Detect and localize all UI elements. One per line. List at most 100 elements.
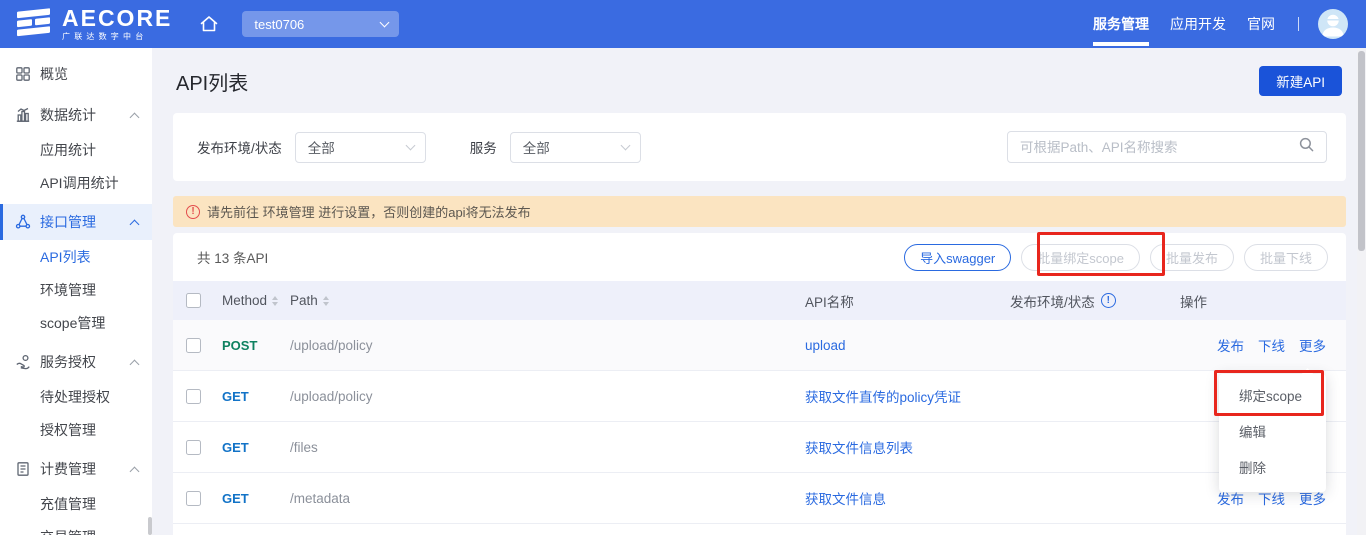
- method-badge: GET: [222, 440, 290, 455]
- sort-icon[interactable]: [323, 296, 329, 306]
- api-count: 共 13 条API: [197, 247, 894, 267]
- chevron-up-icon: [130, 359, 140, 369]
- nav-service-management[interactable]: 服务管理: [1093, 0, 1149, 48]
- sidebar: 概览 数据统计 应用统计 API调用统计: [0, 48, 152, 535]
- column-actions: 操作: [1180, 291, 1346, 311]
- column-label: Path: [290, 293, 318, 308]
- sidebar-item-overview[interactable]: 概览: [0, 56, 152, 92]
- billing-doc-icon: [15, 461, 31, 477]
- search-box: [1007, 131, 1327, 163]
- menu-item-delete[interactable]: 删除: [1219, 451, 1326, 487]
- table-row: GET /files 获取文件信息列表: [173, 422, 1346, 473]
- env-filter-select[interactable]: 全部: [295, 132, 426, 163]
- column-method[interactable]: Method: [222, 293, 290, 308]
- sidebar-item-authorization-management[interactable]: 授权管理: [0, 413, 152, 446]
- nav-app-development[interactable]: 应用开发: [1170, 0, 1226, 48]
- app-root: AECORE 广联达数字中台 test0706 服务管理 应用开发 官网: [0, 0, 1366, 535]
- api-name-link[interactable]: 获取文件信息: [805, 492, 886, 507]
- menu-item-edit[interactable]: 编辑: [1219, 415, 1326, 451]
- chevron-down-icon: [620, 141, 630, 151]
- sidebar-item-pending-authorization[interactable]: 待处理授权: [0, 380, 152, 413]
- sidebar-item-scope-management[interactable]: scope管理: [0, 306, 152, 339]
- api-name-link[interactable]: 获取文件直传的policy凭证: [805, 390, 961, 405]
- home-icon[interactable]: [198, 13, 220, 35]
- api-name-link[interactable]: upload: [805, 338, 846, 353]
- grid-icon: [15, 66, 31, 82]
- brand-subtitle: 广联达数字中台: [62, 33, 172, 41]
- row-checkbox[interactable]: [186, 338, 201, 353]
- chevron-up-icon: [130, 466, 140, 476]
- sidebar-item-api-call-statistics[interactable]: API调用统计: [0, 166, 152, 199]
- column-path[interactable]: Path: [290, 293, 805, 308]
- offline-link[interactable]: 下线: [1258, 335, 1285, 355]
- top-nav: 服务管理 应用开发 官网: [1093, 0, 1366, 48]
- sidebar-item-api-list[interactable]: API列表: [0, 240, 152, 273]
- search-icon[interactable]: [1298, 136, 1315, 158]
- column-label: Method: [222, 293, 267, 308]
- service-filter-select[interactable]: 全部: [510, 132, 641, 163]
- env-filter-label: 发布环境/状态: [197, 137, 282, 157]
- info-icon[interactable]: [1101, 293, 1116, 308]
- api-path: /metadata: [290, 491, 805, 506]
- table-row: GET /metadata 获取文件信息 发布 下线 更多: [173, 473, 1346, 524]
- search-input[interactable]: [1020, 140, 1298, 155]
- more-actions-menu: 绑定scope 编辑 删除: [1219, 374, 1326, 492]
- sidebar-item-app-statistics[interactable]: 应用统计: [0, 133, 152, 166]
- page-scrollbar-thumb[interactable]: [1358, 51, 1365, 251]
- row-checkbox[interactable]: [186, 491, 201, 506]
- method-badge: POST: [222, 338, 290, 353]
- column-api-name: API名称: [805, 291, 1010, 311]
- filter-bar: 发布环境/状态 全部 服务 全部: [173, 113, 1346, 181]
- sidebar-item-service-authorization[interactable]: 服务授权: [0, 344, 152, 380]
- table-toolbar: 共 13 条API 导入swagger 批量绑定scope 批量发布 批量下线: [173, 233, 1346, 281]
- column-label: 发布环境/状态: [1010, 291, 1095, 311]
- sidebar-item-interface-management[interactable]: 接口管理: [0, 204, 152, 240]
- row-checkbox[interactable]: [186, 440, 201, 455]
- sidebar-item-transaction-management[interactable]: 交易管理: [0, 520, 152, 535]
- column-label: API名称: [805, 291, 854, 311]
- api-path: /upload/policy: [290, 389, 805, 404]
- method-badge: GET: [222, 389, 290, 404]
- publish-link[interactable]: 发布: [1217, 335, 1244, 355]
- sidebar-item-label: 接口管理: [40, 212, 122, 232]
- sidebar-item-recharge-management[interactable]: 充值管理: [0, 487, 152, 520]
- table-row: POST /upload/policy upload 发布 下线 更多: [173, 320, 1346, 371]
- app-header: AECORE 广联达数字中台 test0706 服务管理 应用开发 官网: [0, 0, 1366, 48]
- sidebar-item-label: 概览: [40, 64, 138, 84]
- nav-label: 官网: [1247, 14, 1275, 34]
- service-filter-value: 全部: [523, 137, 550, 157]
- sidebar-item-billing-management[interactable]: 计费管理: [0, 451, 152, 487]
- sidebar-item-label: 计费管理: [40, 459, 122, 479]
- user-avatar[interactable]: [1318, 9, 1348, 39]
- sidebar-item-data-statistics[interactable]: 数据统计: [0, 97, 152, 133]
- table-header-row: Method Path API名称 发布环境/状态 操作: [173, 281, 1346, 320]
- import-swagger-button[interactable]: 导入swagger: [904, 244, 1011, 271]
- column-label: 操作: [1180, 291, 1207, 311]
- nav-label: 服务管理: [1093, 14, 1149, 34]
- batch-bind-scope-button[interactable]: 批量绑定scope: [1021, 244, 1140, 271]
- main-content: API列表 新建API 发布环境/状态 全部 服务 全部: [152, 48, 1366, 535]
- batch-offline-button[interactable]: 批量下线: [1244, 244, 1328, 271]
- workspace-selector[interactable]: test0706: [242, 11, 399, 37]
- service-filter-label: 服务: [470, 137, 497, 157]
- select-all-checkbox[interactable]: [186, 293, 201, 308]
- sidebar-scrollbar-thumb[interactable]: [148, 517, 152, 535]
- api-name-link[interactable]: 获取文件信息列表: [805, 441, 913, 456]
- chevron-down-icon: [405, 141, 415, 151]
- sidebar-item-env-management[interactable]: 环境管理: [0, 273, 152, 306]
- nav-official-site[interactable]: 官网: [1247, 0, 1275, 48]
- batch-publish-button[interactable]: 批量发布: [1150, 244, 1234, 271]
- api-path: /files: [290, 440, 805, 455]
- create-api-button[interactable]: 新建API: [1259, 66, 1342, 96]
- chevron-down-icon: [380, 18, 390, 28]
- brand-name: AECORE: [62, 7, 172, 30]
- method-badge: GET: [222, 491, 290, 506]
- more-link[interactable]: 更多: [1299, 335, 1326, 355]
- hand-share-icon: [15, 354, 31, 370]
- brand-logo: AECORE 广联达数字中台: [0, 5, 172, 44]
- workspace-name: test0706: [254, 17, 304, 32]
- sort-icon[interactable]: [272, 296, 278, 306]
- env-filter-value: 全部: [308, 137, 335, 157]
- row-checkbox[interactable]: [186, 389, 201, 404]
- menu-item-bind-scope[interactable]: 绑定scope: [1219, 379, 1326, 415]
